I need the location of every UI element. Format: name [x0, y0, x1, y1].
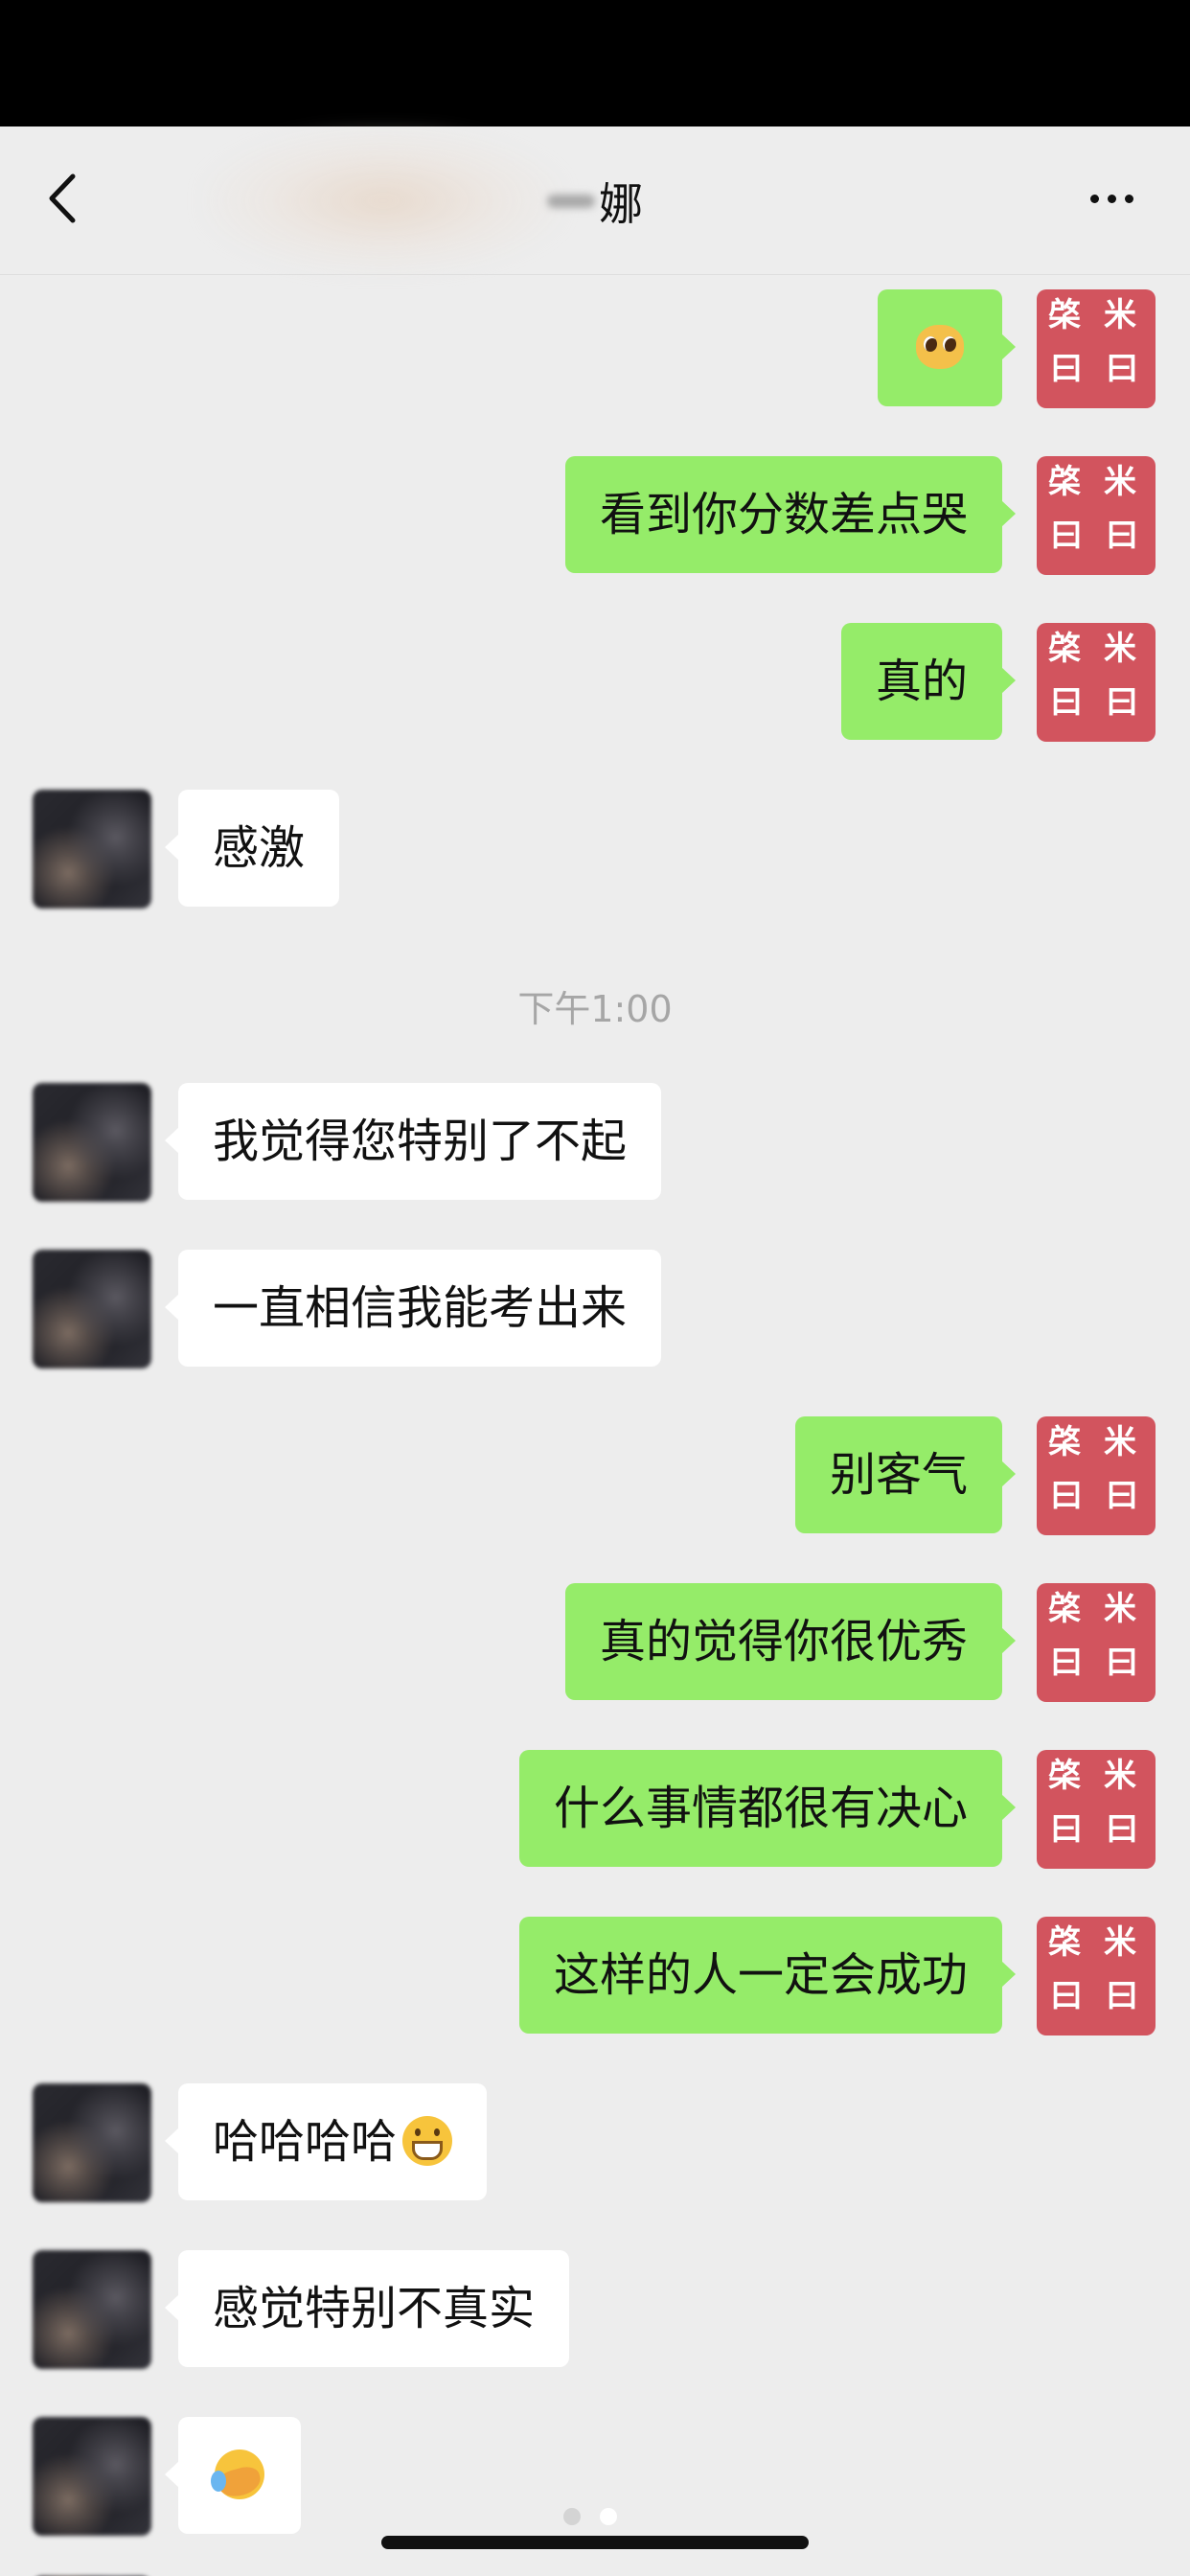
- message-bubble-sent[interactable]: [878, 289, 1016, 406]
- more-options-button[interactable]: [1073, 174, 1150, 222]
- status-bar: [0, 0, 1190, 126]
- message-row-received: 一直相信我能考出来: [0, 1250, 1190, 1368]
- page-indicator: [563, 2508, 617, 2525]
- grinning-face-icon: [402, 2116, 453, 2166]
- chevron-left-icon: [49, 173, 76, 223]
- message-bubble-sent[interactable]: 看到你分数差点哭: [564, 456, 1017, 573]
- message-row-sent: 真的觉得你很优秀 棨 米 曰 曰: [0, 1583, 1190, 1702]
- message-row-sent: 别客气 棨 米 曰 曰: [0, 1416, 1190, 1535]
- avatar[interactable]: [33, 790, 151, 908]
- message-bubble-received[interactable]: 哈哈哈哈: [164, 2083, 488, 2200]
- blurred-name-part: [547, 194, 595, 208]
- avatar[interactable]: [33, 2417, 151, 2536]
- avatar[interactable]: [33, 2083, 151, 2202]
- chat-title: 娜: [599, 177, 643, 230]
- message-bubble-sent[interactable]: 这样的人一定会成功: [518, 1917, 1017, 2034]
- chat-title-wrap: 娜: [403, 126, 787, 275]
- message-bubble-received[interactable]: 一直相信我能考出来: [164, 1250, 662, 1367]
- message-list[interactable]: 棨 米 曰 曰 看到你分数差点哭 棨 米 曰 曰 真的 棨 米 曰 曰 感激 下…: [0, 276, 1190, 2576]
- avatar[interactable]: [33, 2250, 151, 2369]
- message-bubble-received[interactable]: [165, 2417, 301, 2534]
- chat-header: 娜: [0, 126, 1190, 275]
- message-bubble-sent[interactable]: 真的: [840, 623, 1017, 740]
- avatar[interactable]: 棨 米 曰 曰: [1037, 456, 1156, 575]
- avatar[interactable]: 棨 米 曰 曰: [1037, 289, 1156, 408]
- message-row-sent: 棨 米 曰 曰: [0, 289, 1190, 408]
- avatar[interactable]: 棨 米 曰 曰: [1037, 1583, 1156, 1702]
- message-bubble-received[interactable]: 我觉得您特别了不起: [164, 1083, 662, 1200]
- avatar[interactable]: [33, 1083, 151, 1202]
- back-button[interactable]: [34, 165, 92, 232]
- message-row-sent: 这样的人一定会成功 棨 米 曰 曰: [0, 1917, 1190, 2036]
- message-bubble-sent[interactable]: 什么事情都很有决心: [518, 1750, 1017, 1867]
- home-indicator[interactable]: [381, 2536, 809, 2549]
- message-row-received: 感激: [0, 790, 1190, 908]
- message-bubble-sent[interactable]: 真的觉得你很优秀: [564, 1583, 1017, 1700]
- message-row-received: 感觉特别不真实: [0, 2250, 1190, 2369]
- timestamp: 下午1:00: [517, 988, 673, 1030]
- message-row-sent: 真的 棨 米 曰 曰: [0, 623, 1190, 742]
- avatar[interactable]: 棨 米 曰 曰: [1037, 1917, 1156, 2036]
- message-bubble-received[interactable]: 感觉特别不真实: [164, 2250, 570, 2367]
- message-row-received: 我觉得您特别了不起: [0, 1083, 1190, 1202]
- message-row-sent: 什么事情都很有决心 棨 米 曰 曰: [0, 1750, 1190, 1869]
- avatar[interactable]: 棨 米 曰 曰: [1037, 1416, 1156, 1535]
- message-text: 哈哈哈哈: [213, 2115, 398, 2169]
- avatar[interactable]: 棨 米 曰 曰: [1037, 1750, 1156, 1869]
- more-dots-icon: [1089, 194, 1099, 203]
- message-bubble-received[interactable]: 感激: [164, 790, 340, 907]
- avatar[interactable]: [33, 1250, 151, 1368]
- message-row-received: 哈哈哈哈: [0, 2083, 1190, 2202]
- message-bubble-sent[interactable]: 别客气: [794, 1416, 1017, 1533]
- rolling-on-floor-laughing-icon: [211, 2450, 264, 2499]
- pleading-face-icon: [916, 325, 964, 369]
- avatar[interactable]: 棨 米 曰 曰: [1037, 623, 1156, 742]
- message-row-sent: 看到你分数差点哭 棨 米 曰 曰: [0, 456, 1190, 575]
